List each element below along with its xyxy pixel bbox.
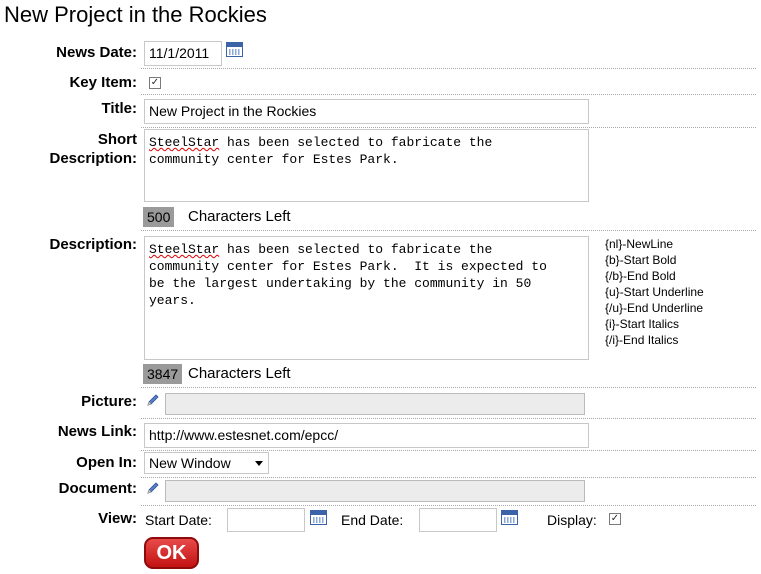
misspelled-word: SteelStar bbox=[149, 242, 220, 257]
title-input[interactable]: New Project in the Rockies bbox=[144, 99, 589, 124]
divider bbox=[141, 387, 756, 388]
divider bbox=[141, 505, 756, 506]
divider bbox=[141, 230, 756, 231]
divider bbox=[141, 477, 756, 478]
misspelled-word: SteelStar bbox=[149, 135, 220, 150]
display-checkbox[interactable]: ✓ bbox=[609, 513, 621, 525]
document-file-input[interactable] bbox=[165, 480, 585, 502]
legend-item: {nl}-NewLine bbox=[605, 237, 674, 251]
format-legend: {nl}-NewLine {b}-Start Bold {/b}-End Bol… bbox=[605, 236, 704, 348]
page-title: New Project in the Rockies bbox=[4, 2, 267, 27]
divider bbox=[141, 68, 756, 69]
legend-item: {b}-Start Bold bbox=[605, 253, 677, 267]
pencil-icon[interactable] bbox=[146, 393, 160, 407]
description-count: 3847 bbox=[143, 364, 183, 384]
ok-button[interactable]: OK bbox=[144, 537, 199, 569]
key-item-checkbox[interactable]: ✓ bbox=[149, 77, 161, 89]
divider bbox=[141, 94, 756, 95]
open-in-label: Open In: bbox=[76, 454, 137, 471]
chevron-down-icon bbox=[255, 461, 263, 466]
checkmark-icon: ✓ bbox=[610, 513, 620, 524]
legend-item: {/b}-End Bold bbox=[605, 269, 676, 283]
calendar-icon[interactable] bbox=[310, 510, 327, 525]
description-count-label: Characters Left bbox=[188, 365, 291, 382]
calendar-icon[interactable] bbox=[226, 42, 243, 57]
description-label: Description: bbox=[49, 236, 137, 253]
legend-item: {i}-Start Italics bbox=[605, 317, 680, 331]
view-label: View: bbox=[98, 510, 137, 527]
title-label: Title: bbox=[101, 100, 137, 117]
legend-item: {/u}-End Underline bbox=[605, 301, 704, 315]
news-link-label: News Link: bbox=[57, 423, 137, 440]
picture-label: Picture: bbox=[81, 393, 137, 410]
news-date-input[interactable]: 11/1/2011 bbox=[144, 41, 222, 66]
end-date-input[interactable] bbox=[419, 508, 497, 532]
pencil-icon[interactable] bbox=[146, 481, 160, 495]
display-label: Display: bbox=[547, 512, 597, 528]
open-in-value: New Window bbox=[149, 455, 231, 471]
start-date-input[interactable] bbox=[227, 508, 305, 532]
short-description-textarea[interactable]: SteelStar has been selected to fabricate… bbox=[144, 129, 589, 202]
start-date-label: Start Date: bbox=[145, 512, 212, 528]
short-description-count: 500 bbox=[143, 207, 175, 227]
divider bbox=[141, 450, 756, 451]
key-item-label: Key Item: bbox=[69, 74, 137, 91]
open-in-select[interactable]: New Window bbox=[144, 452, 269, 474]
checkmark-icon: ✓ bbox=[150, 77, 160, 88]
short-description-count-label: Characters Left bbox=[188, 208, 291, 225]
news-date-label: News Date: bbox=[56, 44, 137, 61]
divider bbox=[141, 418, 756, 419]
end-date-label: End Date: bbox=[341, 512, 404, 528]
legend-item: {u}-Start Underline bbox=[605, 285, 704, 299]
divider bbox=[141, 127, 756, 128]
legend-item: {/i}-End Italics bbox=[605, 333, 679, 347]
news-link-input[interactable]: http://www.estesnet.com/epcc/ bbox=[144, 423, 589, 448]
short-description-label-line2: Description: bbox=[49, 150, 137, 167]
document-label: Document: bbox=[58, 480, 137, 497]
calendar-icon[interactable] bbox=[501, 510, 518, 525]
picture-file-input[interactable] bbox=[165, 393, 585, 415]
description-textarea[interactable]: SteelStar has been selected to fabricate… bbox=[144, 236, 589, 360]
